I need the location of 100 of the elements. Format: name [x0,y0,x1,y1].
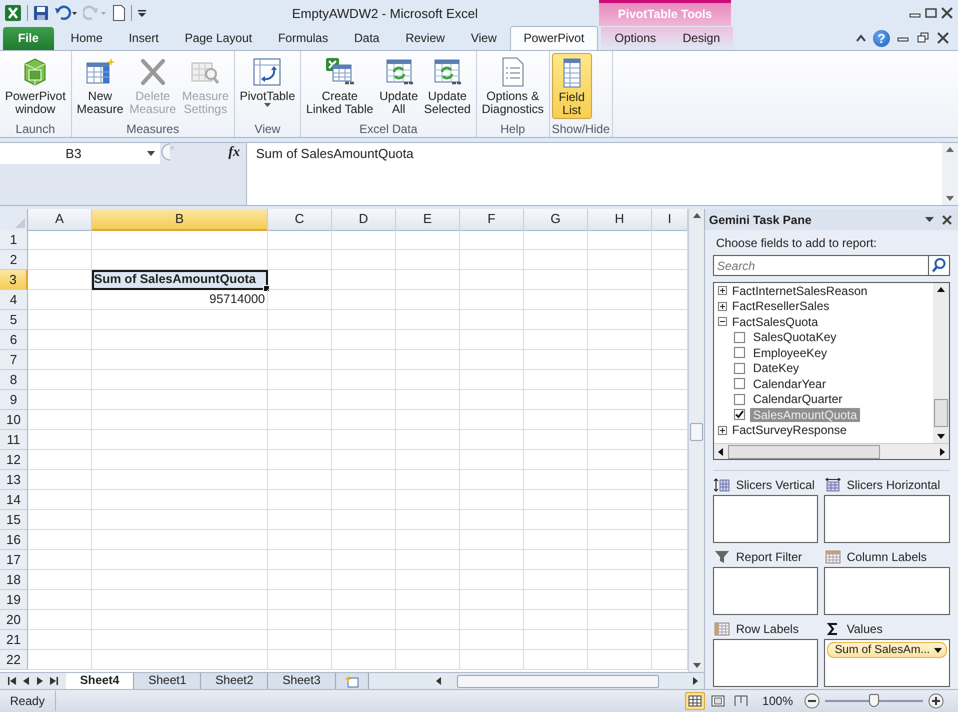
select-all-icon[interactable] [15,218,25,228]
row-header[interactable]: 7 [0,350,28,370]
empty-cell[interactable] [460,310,524,330]
empty-cell[interactable] [332,390,396,410]
empty-cell[interactable] [460,550,524,570]
drop-area[interactable] [713,567,818,615]
row-header[interactable]: 20 [0,610,28,630]
drop-area[interactable]: Sum of SalesAm... [824,639,950,687]
checkbox[interactable] [734,347,745,358]
empty-cell[interactable] [396,250,460,270]
checkbox[interactable] [734,362,745,374]
empty-cell[interactable] [332,550,396,570]
checkbox[interactable] [734,332,745,343]
empty-cell[interactable] [92,530,268,550]
table-name[interactable]: FactSalesQuota [732,314,818,329]
empty-cell[interactable] [460,470,524,490]
empty-cell[interactable] [460,610,524,630]
empty-cell[interactable] [396,530,460,550]
empty-cell[interactable] [396,570,460,590]
empty-cell[interactable] [524,630,588,650]
name-box[interactable]: B3 [0,143,160,164]
search-field[interactable]: Search [713,255,929,276]
row-header[interactable]: 14 [0,490,28,510]
empty-cell[interactable] [268,290,332,310]
empty-cell[interactable] [396,410,460,430]
empty-cell[interactable] [460,630,524,650]
ribbon-tab[interactable]: Home [58,27,116,50]
empty-cell[interactable] [92,410,268,430]
sheet-cell[interactable]: 95714000 [92,290,268,310]
empty-cell[interactable] [92,390,268,410]
empty-cell[interactable] [524,290,588,310]
ribbon-button[interactable]: PowerPivot window [2,53,69,119]
empty-cell[interactable] [460,390,524,410]
empty-cell[interactable] [396,450,460,470]
empty-cell[interactable] [332,410,396,430]
empty-cell[interactable] [460,230,524,250]
empty-cell[interactable] [460,450,524,470]
empty-cell[interactable] [332,590,396,610]
empty-cell[interactable] [268,350,332,370]
empty-cell[interactable] [588,530,652,550]
zoom-level[interactable]: 100% [762,694,793,708]
empty-cell[interactable] [524,430,588,450]
empty-cell[interactable] [460,250,524,270]
scrollbar-thumb[interactable] [934,399,948,427]
empty-cell[interactable] [588,350,652,370]
empty-cell[interactable] [332,650,396,670]
ribbon-tab[interactable]: View [458,27,510,50]
sheet-tab[interactable]: Sheet4 [66,673,134,689]
empty-cell[interactable] [332,510,396,530]
empty-cell[interactable] [92,470,268,490]
scrollbar-thumb[interactable] [457,675,659,688]
view-button[interactable] [685,692,706,710]
empty-cell[interactable] [268,570,332,590]
empty-cell[interactable] [396,630,460,650]
ribbon-tab[interactable]: Insert [116,27,172,50]
empty-cell[interactable] [92,330,268,350]
empty-cell[interactable] [396,330,460,350]
empty-cell[interactable] [268,530,332,550]
zoom-slider-thumb[interactable] [869,694,879,707]
ribbon-tab[interactable]: Options [606,27,664,50]
empty-cell[interactable] [524,250,588,270]
empty-cell[interactable] [588,390,652,410]
empty-cell[interactable] [460,290,524,310]
empty-cell[interactable] [460,410,524,430]
empty-cell[interactable] [588,410,652,430]
empty-cell[interactable] [524,450,588,470]
sheet-tab[interactable]: Sheet1 [134,673,202,689]
ribbon-button[interactable]: Update Selected [421,53,474,119]
empty-cell[interactable] [524,270,588,290]
empty-cell[interactable] [396,390,460,410]
empty-cell[interactable] [524,530,588,550]
save-icon[interactable] [33,5,49,21]
column-header[interactable]: D [332,209,396,231]
empty-cell[interactable] [524,510,588,530]
empty-cell[interactable] [268,590,332,610]
row-header[interactable]: 18 [0,570,28,590]
new-document-icon[interactable] [112,5,126,21]
empty-cell[interactable] [524,310,588,330]
empty-cell[interactable] [460,430,524,450]
empty-cell[interactable] [396,230,460,250]
empty-cell[interactable] [396,550,460,570]
empty-cell[interactable] [524,330,588,350]
field-chip[interactable]: Sum of SalesAm... [826,642,947,658]
row-header[interactable]: 16 [0,530,28,550]
empty-cell[interactable] [524,350,588,370]
empty-cell[interactable] [92,590,268,610]
drop-area[interactable] [713,639,818,687]
row-header[interactable]: 2 [0,250,28,270]
empty-cell[interactable] [588,310,652,330]
empty-cell[interactable] [332,470,396,490]
empty-cell[interactable] [460,650,524,670]
excel-logo-icon[interactable] [4,4,22,22]
empty-cell[interactable] [268,390,332,410]
ribbon-tab[interactable]: Design [674,27,728,50]
field-name[interactable]: SalesQuotaKey [750,330,840,344]
scrollbar-thumb[interactable] [690,423,703,441]
empty-cell[interactable] [92,430,268,450]
empty-cell[interactable] [332,290,396,310]
expand-icon[interactable] [718,286,727,296]
empty-cell[interactable] [524,590,588,610]
